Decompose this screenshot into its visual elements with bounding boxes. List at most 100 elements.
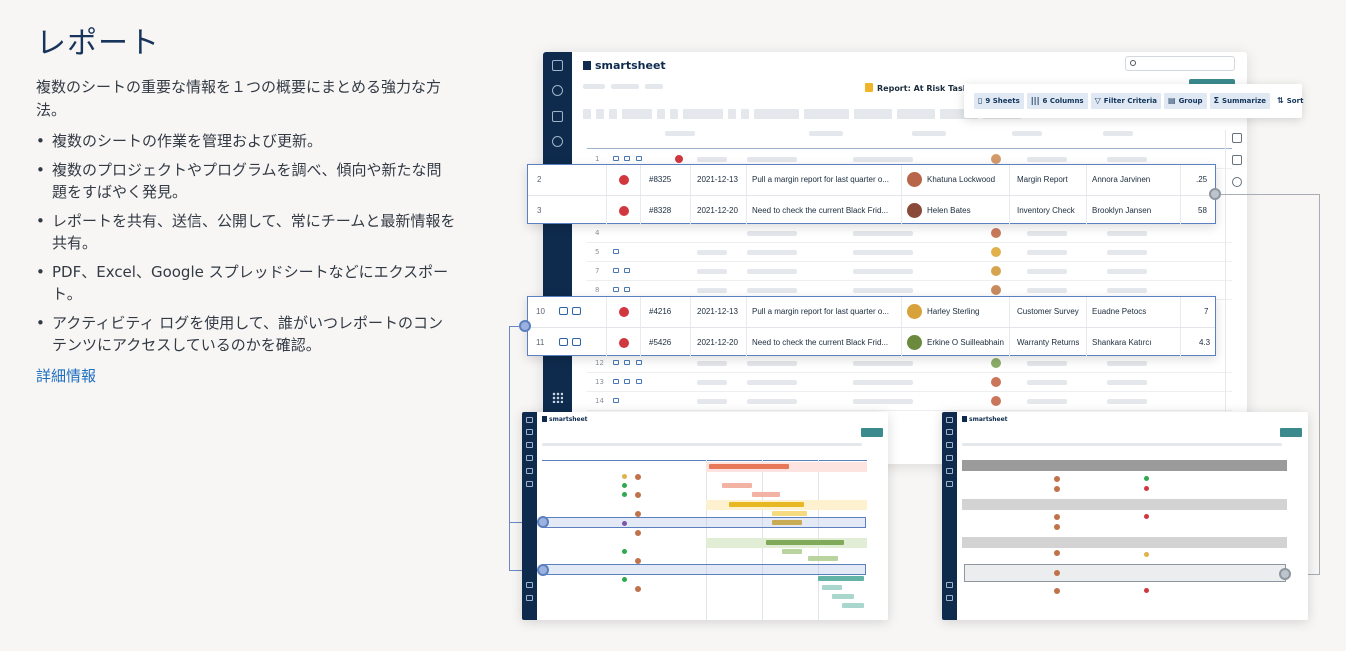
task-name: Need to check the current Black Frid...: [752, 338, 889, 347]
source-sheet: Margin Report: [1017, 175, 1068, 184]
gantt-bar[interactable]: [772, 520, 802, 525]
activity-icon[interactable]: [1232, 177, 1242, 187]
table-row[interactable]: 14: [587, 392, 1232, 411]
gantt-bar[interactable]: [709, 464, 789, 469]
avatar: [907, 172, 922, 187]
table-row[interactable]: 11 #5426 2021-12-20 Need to check the cu…: [528, 327, 1215, 358]
row-number: 11: [536, 338, 545, 347]
task-name: Pull a margin report for last quarter o.…: [752, 307, 889, 316]
gantt-sheet-window: smartsheet: [522, 412, 888, 620]
status-dot: [619, 338, 629, 348]
gantt-bar[interactable]: [722, 483, 752, 488]
avatar: [991, 266, 1001, 276]
apps-grid-icon[interactable]: [946, 582, 953, 588]
bell-icon[interactable]: [526, 429, 533, 435]
avatar: [991, 396, 1001, 406]
apps-grid-icon[interactable]: [526, 582, 533, 588]
table-row[interactable]: 4: [587, 224, 1232, 243]
table-row[interactable]: 7: [587, 262, 1232, 281]
help-icon[interactable]: [526, 595, 533, 601]
connector-node: [537, 516, 549, 528]
task-id: #5426: [649, 338, 672, 347]
nav-rail: [522, 412, 537, 620]
table-row[interactable]: 13: [587, 373, 1232, 392]
due-date: 2021-12-20: [697, 206, 738, 215]
filter-button[interactable]: ▽ Filter Criteria: [1090, 93, 1161, 109]
home-icon[interactable]: [552, 60, 563, 71]
attachment-icon[interactable]: [1232, 155, 1242, 165]
menu-placeholder: [611, 84, 639, 89]
comment-icon[interactable]: [1232, 133, 1242, 143]
gantt-bar[interactable]: [752, 492, 780, 497]
task-name: Pull a margin report for last quarter o.…: [752, 175, 889, 184]
gantt-bar[interactable]: [772, 511, 807, 516]
learn-more-link[interactable]: 詳細情報: [36, 365, 96, 386]
group-button[interactable]: ▤ Group: [1164, 93, 1207, 109]
summarize-button[interactable]: Σ Summarize: [1209, 93, 1271, 109]
filter-icon: ▽: [1094, 96, 1101, 105]
clock-icon[interactable]: [526, 455, 533, 461]
highlighted-rows-top: 2 #8325 2021-12-13 Pull a margin report …: [527, 164, 1216, 226]
avatar: [991, 358, 1001, 368]
bell-icon[interactable]: [946, 429, 953, 435]
home-icon[interactable]: [526, 417, 533, 423]
report-title: Report: At Risk Tasks: [865, 83, 973, 93]
folder-icon[interactable]: [552, 111, 563, 122]
gantt-bar[interactable]: [782, 549, 802, 554]
row-number: 2: [537, 175, 542, 184]
sheet-icon: ▯: [978, 96, 983, 105]
feature-item: PDF、Excel、Google スプレッドシートなどにエクスポート。: [36, 261, 456, 305]
gantt-bar[interactable]: [729, 502, 804, 507]
page-title: レポート: [36, 26, 160, 61]
clock-icon[interactable]: [552, 136, 563, 147]
column-header: [1012, 131, 1042, 136]
plus-icon[interactable]: [526, 481, 533, 487]
gantt-bar[interactable]: [818, 576, 864, 581]
gantt-bar[interactable]: [842, 603, 864, 608]
plus-icon[interactable]: [946, 481, 953, 487]
column-header: [809, 131, 843, 136]
comment-icon: [624, 379, 630, 384]
share-button[interactable]: [861, 428, 883, 437]
folder-icon[interactable]: [946, 442, 953, 448]
feature-item: 複数のシートの作業を管理および更新。: [36, 130, 456, 152]
help-icon[interactable]: [946, 595, 953, 601]
star-icon[interactable]: [946, 468, 953, 474]
home-icon[interactable]: [946, 417, 953, 423]
comment-icon: [572, 307, 581, 315]
due-date: 2021-12-13: [697, 175, 738, 184]
gantt-bar[interactable]: [766, 540, 844, 545]
clock-icon[interactable]: [946, 455, 953, 461]
column-header: [1103, 131, 1133, 136]
attachment-icon: [636, 360, 642, 365]
lead-text: 複数のシートの重要な情報を１つの概要にまとめる強力な方法。: [36, 78, 442, 119]
smartsheet-logo-icon: [583, 61, 591, 70]
table-row[interactable]: 2 #8325 2021-12-13 Pull a margin report …: [528, 165, 1215, 195]
report-builder-toolbar: ▯ 9 Sheets ||| 6 Columns ▽ Filter Criteria ▤ Gr…: [964, 84, 1303, 118]
nav-rail: [942, 412, 957, 620]
connector-node: [1209, 188, 1221, 200]
sheets-button[interactable]: ▯ 9 Sheets: [974, 93, 1024, 109]
smartsheet-logo-icon: [542, 416, 547, 422]
table-row[interactable]: 10 #4216 2021-12-13 Pull a margin report…: [528, 297, 1215, 327]
share-button[interactable]: [1280, 428, 1302, 437]
avatar: [991, 228, 1001, 238]
row-number: 13: [595, 378, 604, 386]
gantt-bar[interactable]: [808, 556, 838, 561]
table-row[interactable]: 3 #8328 2021-12-20 Need to check the cur…: [528, 195, 1215, 226]
star-icon[interactable]: [526, 468, 533, 474]
feature-copy: レポート 複数のシートの重要な情報を１つの概要にまとめる強力な方法。 複数のシー…: [36, 18, 456, 386]
apps-grid-icon[interactable]: [552, 392, 563, 403]
gantt-bar[interactable]: [832, 594, 854, 599]
folder-icon[interactable]: [526, 442, 533, 448]
comment-icon: [572, 338, 581, 346]
search-input[interactable]: [1125, 56, 1235, 71]
sort-button[interactable]: ⇅ Sort: [1273, 93, 1307, 109]
avatar: [991, 285, 1001, 295]
gantt-bar[interactable]: [822, 585, 842, 590]
columns-button[interactable]: ||| 6 Columns: [1026, 93, 1088, 109]
table-row[interactable]: 5: [587, 243, 1232, 262]
row-number: 4: [595, 229, 600, 237]
group-icon: ▤: [1168, 96, 1176, 105]
bell-icon[interactable]: [552, 85, 563, 96]
